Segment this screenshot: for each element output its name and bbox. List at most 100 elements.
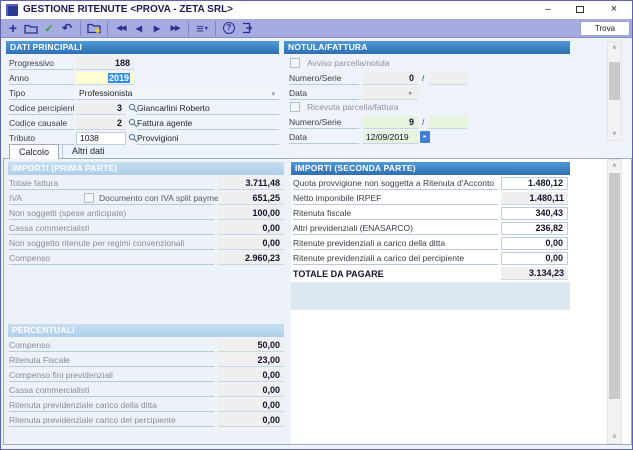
date-picker-button[interactable]: ▸: [420, 131, 430, 143]
scroll-up-button[interactable]: ∧: [608, 160, 621, 172]
scroll-down-button[interactable]: ∨: [608, 128, 621, 140]
menu-button[interactable]: ≡▾: [194, 20, 210, 37]
altri-previdenziali-label: Altri previdenziali (ENASARCO): [293, 222, 498, 235]
minimize-button[interactable]: –: [532, 1, 564, 19]
copy-record-button[interactable]: [86, 20, 102, 37]
progressivo-field: 188: [76, 57, 134, 70]
totale-fattura-label: Totale fattura: [9, 177, 214, 190]
perc-compenso-value: 50,00: [218, 339, 284, 352]
perc-cassa-commercialisti-value: 0,00: [218, 384, 284, 397]
anno-label: Anno: [9, 72, 74, 85]
tipo-combo[interactable]: Professionista ▾: [76, 87, 279, 100]
tipo-label: Tipo: [9, 87, 74, 100]
exit-button[interactable]: [239, 20, 255, 37]
iva-value: 651,25: [218, 192, 284, 205]
quota-provvigione-field[interactable]: 1.480,12: [501, 177, 568, 190]
data-fattura-field[interactable]: 12/09/2019: [363, 131, 418, 144]
notula-scrollbar[interactable]: ∧ ∨: [607, 41, 622, 141]
tipo-value: Professionista: [79, 88, 132, 98]
title-bar: GESTIONE RITENUTE <PROVA - ZETA SRL> – ×: [1, 1, 632, 19]
totale-da-pagare-label: TOTALE DA PAGARE: [293, 268, 384, 281]
non-soggetto-ritenute-label: Non soggetto ritenute per regimi convenz…: [9, 237, 214, 250]
new-record-button[interactable]: +: [5, 20, 21, 37]
tributo-field[interactable]: 1038: [76, 132, 126, 145]
tab-calcolo[interactable]: Calcolo: [9, 144, 59, 159]
ritenute-ditta-field[interactable]: 0,00: [501, 237, 568, 250]
perc-ritenuta-ditta-label: Ritenuta previdenziale carico della ditt…: [9, 399, 214, 412]
tributo-description: Provvigioni: [137, 132, 279, 145]
perc-ritenuta-fiscale-label: Ritenuta Fiscale: [9, 354, 214, 367]
nav-last-button[interactable]: ▶▶: [167, 20, 183, 37]
maximize-icon: [576, 6, 584, 13]
close-button[interactable]: ×: [596, 1, 632, 19]
content-scrollbar[interactable]: ∧ ∨: [607, 159, 622, 444]
codice-causale-description: Fattura agente: [137, 117, 279, 130]
confirm-button[interactable]: ✓: [41, 20, 57, 37]
ritenute-percipiente-field[interactable]: 0,00: [501, 252, 568, 265]
check-icon: ✓: [44, 22, 53, 35]
serie-fattura-field[interactable]: [429, 116, 467, 129]
ricevuta-parcella-checkbox[interactable]: [290, 102, 300, 112]
iva-split-payment-checkbox[interactable]: [84, 193, 94, 203]
exit-icon: [241, 22, 253, 34]
previous-record-icon: ◀: [136, 24, 142, 33]
toolbar-separator: [80, 21, 81, 36]
folder-open-icon: [24, 23, 38, 34]
perc-cassa-commercialisti-label: Cassa commercialisti: [9, 384, 214, 397]
numero-serie-notula-label: Numero/Serie: [289, 72, 359, 85]
next-record-icon: ▶: [154, 24, 160, 33]
combo-caret-icon: ▾: [271, 89, 275, 101]
last-record-icon: ▶▶: [171, 24, 180, 32]
app-icon: [6, 4, 18, 16]
toolbar-separator: [107, 21, 108, 36]
numero-serie-slash: /: [422, 73, 424, 83]
perc-compenso-previdenziali-value: 0,00: [218, 369, 284, 382]
minimize-icon: –: [545, 4, 551, 15]
ricevuta-parcella-label: Ricevuta parcella/fattura: [307, 102, 399, 112]
percentuali-header: PERCENTUALI: [8, 324, 284, 337]
avviso-parcella-label: Avviso parcella/notula: [307, 58, 390, 68]
iva-split-payment-label: Documento con IVA split payment: [99, 193, 226, 203]
date-button-icon: ▸: [423, 134, 426, 140]
close-icon: ×: [611, 3, 617, 15]
ritenute-ditta-label: Ritenute previdenziali a carico della di…: [293, 237, 498, 250]
tab-altri-dati[interactable]: Altri dati: [62, 145, 114, 158]
perc-ritenuta-percipiente-label: Ritenuta previdenziale carico del percip…: [9, 414, 214, 427]
altri-previdenziali-field[interactable]: 236,82: [501, 222, 568, 235]
anno-selected-text: 2019: [108, 73, 130, 83]
maximize-button[interactable]: [564, 1, 596, 19]
find-box[interactable]: Trova (Alt+F1): [580, 21, 630, 36]
nav-prev-button[interactable]: ◀: [131, 20, 147, 37]
compenso-label: Compenso: [9, 252, 214, 265]
app-window: GESTIONE RITENUTE <PROVA - ZETA SRL> – ×…: [0, 0, 633, 450]
toolbar-separator: [215, 21, 216, 36]
folder-copy-icon: [87, 22, 101, 34]
scroll-up-button[interactable]: ∧: [608, 42, 621, 54]
codice-causale-label: Codice causale: [9, 117, 74, 130]
serie-notula-field: [429, 72, 467, 85]
progressivo-label: Progressivo: [9, 57, 74, 70]
first-record-icon: ◀◀: [117, 24, 126, 32]
scrollbar-thumb[interactable]: [609, 173, 620, 399]
netto-imponibile-field: 1.480,11: [501, 192, 568, 205]
avviso-parcella-checkbox[interactable]: [290, 58, 300, 68]
ritenuta-fiscale-label: Ritenuta fiscale: [293, 207, 498, 220]
question-icon: ?: [223, 22, 235, 34]
undo-button[interactable]: ↶: [59, 20, 75, 37]
totale-da-pagare-value: 3.134,23: [501, 267, 568, 280]
scrollbar-thumb[interactable]: [609, 62, 620, 100]
ritenuta-fiscale-field[interactable]: 340,43: [501, 207, 568, 220]
nav-next-button[interactable]: ▶: [149, 20, 165, 37]
toolbar-separator: [188, 21, 189, 36]
perc-ritenuta-ditta-value: 0,00: [218, 399, 284, 412]
compenso-value: 2.960,23: [218, 252, 284, 265]
numero-notula-field: 0: [363, 72, 418, 85]
anno-field[interactable]: 2019: [76, 72, 134, 85]
non-soggetto-ritenute-value: 0,00: [218, 237, 284, 250]
scroll-down-button[interactable]: ∨: [608, 431, 621, 443]
perc-ritenuta-percipiente-value: 0,00: [218, 414, 284, 427]
help-button[interactable]: ?: [221, 20, 237, 37]
nav-first-button[interactable]: ◀◀: [113, 20, 129, 37]
numero-fattura-field[interactable]: 9: [363, 116, 418, 129]
open-button[interactable]: [23, 20, 39, 37]
